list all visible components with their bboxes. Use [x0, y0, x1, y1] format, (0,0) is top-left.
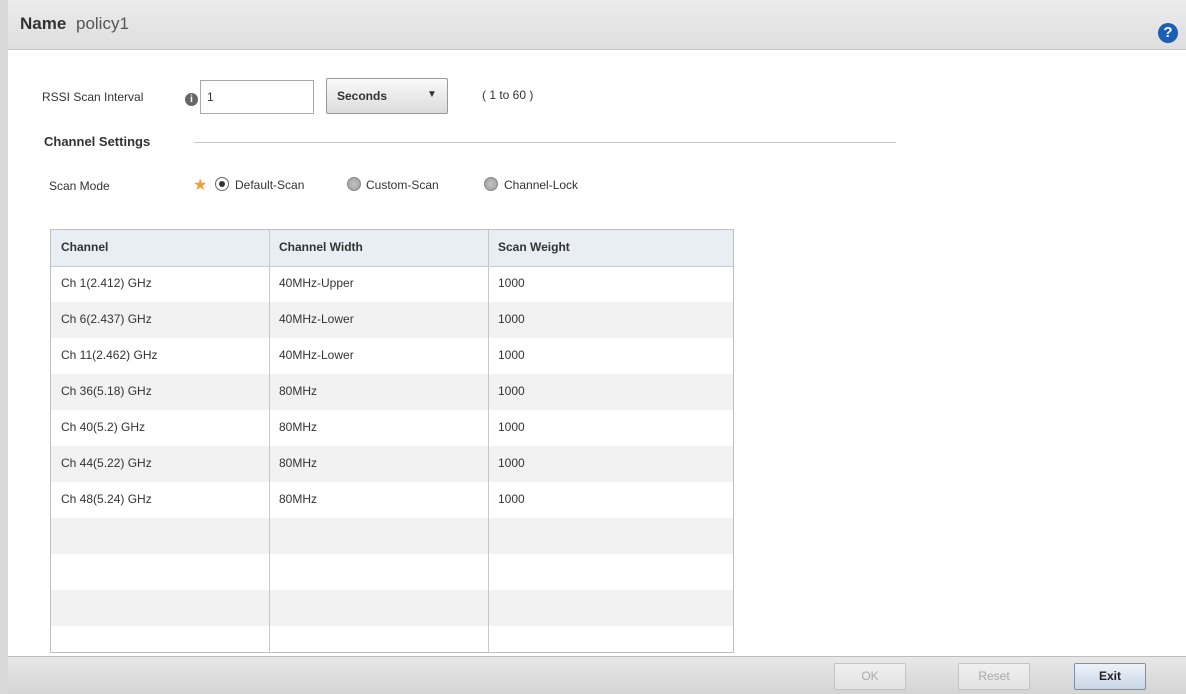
dropdown-arrow-icon: ▼: [427, 89, 437, 100]
channel-settings-heading: Channel Settings: [44, 134, 151, 149]
scan-mode-label: Scan Mode: [49, 179, 110, 193]
footer-bar: OK Reset Exit: [8, 656, 1186, 694]
interval-unit-select[interactable]: Seconds ▼: [326, 78, 448, 114]
table-row-empty: [51, 554, 733, 590]
policy-name-value: policy1: [76, 14, 129, 33]
cell-channel: Ch 1(2.412) GHz: [61, 276, 152, 290]
interval-unit-value: Seconds: [337, 89, 388, 103]
rssi-scan-interval-input[interactable]: [200, 80, 314, 114]
column-divider: [269, 230, 270, 652]
required-star-icon: ★: [193, 177, 208, 194]
radio-channel-lock[interactable]: [484, 177, 498, 191]
table-header: Channel Channel Width Scan Weight: [51, 230, 733, 267]
cell-scan-weight: 1000: [498, 420, 525, 434]
radio-default-scan[interactable]: [215, 177, 229, 191]
cell-channel: Ch 48(5.24) GHz: [61, 492, 152, 506]
cell-scan-weight: 1000: [498, 456, 525, 470]
cell-channel-width: 40MHz-Lower: [279, 312, 354, 326]
cell-scan-weight: 1000: [498, 384, 525, 398]
interval-range-hint: ( 1 to 60 ): [482, 88, 534, 102]
radio-custom-scan[interactable]: [347, 177, 361, 191]
cell-scan-weight: 1000: [498, 348, 525, 362]
cell-channel: Ch 11(2.462) GHz: [61, 348, 158, 362]
cell-channel: Ch 44(5.22) GHz: [61, 456, 152, 470]
info-icon[interactable]: i: [185, 93, 198, 106]
radio-channel-lock-label[interactable]: Channel-Lock: [504, 178, 578, 192]
cell-channel: Ch 6(2.437) GHz: [61, 312, 152, 326]
cell-channel-width: 80MHz: [279, 420, 318, 434]
cell-channel-width: 80MHz: [279, 384, 318, 398]
cell-channel-width: 40MHz-Upper: [279, 276, 354, 290]
table-row[interactable]: Ch 40(5.2) GHz 80MHz 1000: [51, 410, 733, 446]
table-row-empty: [51, 590, 733, 626]
cell-channel: Ch 40(5.2) GHz: [61, 420, 146, 434]
radio-custom-scan-label[interactable]: Custom-Scan: [366, 178, 439, 192]
cell-channel-width: 80MHz: [279, 456, 318, 470]
column-divider: [488, 230, 489, 652]
cell-channel-width: 40MHz-Lower: [279, 348, 354, 362]
column-header-channel[interactable]: Channel: [61, 240, 108, 254]
exit-button[interactable]: Exit: [1074, 663, 1146, 690]
help-icon[interactable]: ?: [1158, 23, 1178, 43]
column-header-scan-weight[interactable]: Scan Weight: [498, 240, 570, 254]
ok-button[interactable]: OK: [834, 663, 906, 690]
table-row[interactable]: Ch 44(5.22) GHz 80MHz 1000: [51, 446, 733, 482]
rssi-scan-interval-label: RSSI Scan Interval: [42, 90, 144, 104]
table-row-empty: [51, 626, 733, 652]
cell-channel-width: 80MHz: [279, 492, 318, 506]
channel-table: Channel Channel Width Scan Weight Ch 1(2…: [50, 229, 734, 653]
cell-channel: Ch 36(5.18) GHz: [61, 384, 152, 398]
cell-scan-weight: 1000: [498, 492, 525, 506]
table-row-empty: [51, 518, 733, 554]
cell-scan-weight: 1000: [498, 276, 525, 290]
column-header-channel-width[interactable]: Channel Width: [279, 240, 363, 254]
left-frame-border: [0, 0, 8, 694]
table-row[interactable]: Ch 48(5.24) GHz 80MHz 1000: [51, 482, 733, 518]
table-row[interactable]: Ch 1(2.412) GHz 40MHz-Upper 1000: [51, 266, 733, 302]
title-bar: Name policy1 ?: [8, 0, 1186, 50]
reset-button[interactable]: Reset: [958, 663, 1030, 690]
table-row[interactable]: Ch 11(2.462) GHz 40MHz-Lower 1000: [51, 338, 733, 374]
section-divider: [194, 142, 896, 143]
table-row[interactable]: Ch 36(5.18) GHz 80MHz 1000: [51, 374, 733, 410]
table-row[interactable]: Ch 6(2.437) GHz 40MHz-Lower 1000: [51, 302, 733, 338]
cell-scan-weight: 1000: [498, 312, 525, 326]
radio-default-scan-label[interactable]: Default-Scan: [235, 178, 304, 192]
name-label: Name: [20, 14, 67, 33]
